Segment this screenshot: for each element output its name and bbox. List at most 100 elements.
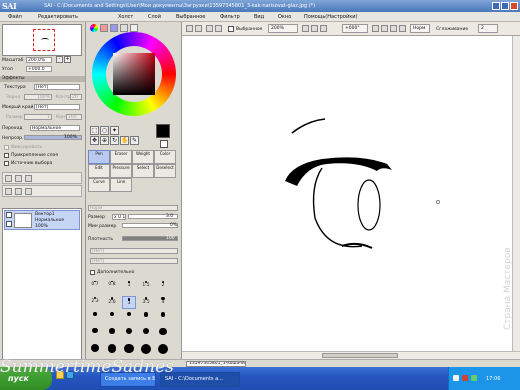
zoom-out-icon[interactable] [302,25,309,32]
new-layer-icon[interactable] [5,175,12,182]
size-multiplier[interactable]: x 0.1 [112,214,126,220]
tool-line[interactable]: Line [110,178,132,192]
zoom-minus-button[interactable]: - [56,56,63,63]
invert-icon[interactable] [215,25,222,32]
blend-mode-select[interactable]: Нормальное [30,125,80,131]
brush-size-preset[interactable] [156,328,170,341]
lasso-tool-icon[interactable]: ○ [100,126,109,135]
brush-size-preset[interactable]: 2.3 [88,296,102,309]
effects-header[interactable]: Эффекты [0,76,85,82]
brush-size-preset[interactable] [156,312,170,325]
menu-filter[interactable]: Фильтр [220,13,240,21]
edge-contrast-field[interactable]: 100 [66,114,82,120]
smoothing-select[interactable]: 2 [478,24,498,33]
brush-size-preset[interactable] [122,328,136,341]
brush-size-preset[interactable] [139,312,153,325]
rotate-reset-icon[interactable] [390,25,397,32]
brush-size-preset[interactable]: 0.7 [88,280,102,293]
eye-icon[interactable] [6,212,12,218]
menu-canvas[interactable]: Холст [118,13,133,21]
rgb-slider-toggle-icon[interactable] [100,24,108,32]
menu-selection[interactable]: Выбранное [176,13,205,21]
angle-field[interactable]: +000.0 [26,66,52,72]
move-tool-icon[interactable]: ✥ [90,136,99,145]
horizontal-scroll-thumb[interactable] [322,353,398,358]
rotate-left-icon[interactable] [372,25,379,32]
hand-tool-icon[interactable]: ✋ [120,136,129,145]
magic-wand-icon[interactable]: ✦ [110,126,119,135]
flip-icon[interactable] [399,25,406,32]
brush-size-preset[interactable] [88,344,102,357]
drawing-canvas[interactable] [182,36,512,351]
advanced-checkbox[interactable] [90,270,95,275]
deselect-icon[interactable] [206,25,213,32]
brush-size-preset[interactable] [122,312,136,325]
tool-deselect[interactable]: Deselect [154,164,176,178]
lock-checkbox[interactable] [4,145,9,150]
redo-icon[interactable] [195,25,202,32]
texture-select[interactable]: [Нет] [34,84,80,90]
tool-pen[interactable]: Pen [88,150,110,164]
angle-select[interactable]: +000° [342,24,368,33]
brush-size-preset[interactable]: 3 [122,296,136,309]
brush-size-preset[interactable]: 1.5 [139,280,153,293]
menu-view[interactable]: Вид [254,13,264,21]
primary-color-swatch[interactable] [156,124,170,138]
close-icon[interactable] [510,2,518,10]
zoom-reset-icon[interactable] [320,25,327,32]
swatches-toggle-icon[interactable] [120,24,128,32]
brush-size-preset[interactable] [105,328,119,341]
zoom-select[interactable]: 200% [268,24,298,33]
texture-none-2[interactable]: [Нет] [90,258,178,264]
zoom-tool-icon[interactable]: ⊕ [100,136,109,145]
tool-edit[interactable]: Edit [88,164,110,178]
tool-eraser[interactable]: Eraser [110,150,132,164]
brush-size-preset[interactable]: 2 [156,280,170,293]
selection-source-checkbox[interactable] [4,161,9,166]
brush-size-preset[interactable] [88,312,102,325]
minimize-icon[interactable] [492,2,500,10]
new-vector-layer-icon[interactable] [15,175,22,182]
brush-size-preset[interactable] [139,328,153,341]
tray-icon-3[interactable] [471,375,477,381]
tool-pressure[interactable]: Pressure [110,164,132,178]
contrast-field[interactable]: 20 [70,94,82,100]
menu-window[interactable]: Окно [278,13,291,21]
brush-size-preset[interactable] [122,344,136,357]
brush-size-preset[interactable]: 3.5 [139,296,153,309]
menu-help[interactable]: Помощь(Настройки) [304,13,357,21]
navigator-preview[interactable] [2,24,82,56]
tray-icon-1[interactable] [453,375,459,381]
mode-select[interactable]: Норм [410,24,430,33]
delete-layer-icon[interactable] [25,188,32,195]
brush-size-preset[interactable] [105,344,119,357]
rotate-right-icon[interactable] [381,25,388,32]
lock-icon[interactable] [6,221,12,227]
merge-down-icon[interactable] [5,188,12,195]
saturation-value-square[interactable] [113,53,155,95]
layer-item-vector1[interactable]: Вектор1 Нормальное 100% [4,210,80,230]
brush-size-preset[interactable] [88,328,102,341]
wet-edge-select[interactable]: [Нет] [34,104,80,110]
brush-mode-select[interactable]: Норм [88,205,178,211]
color-wheel-toggle-icon[interactable] [90,24,98,32]
hsv-slider-toggle-icon[interactable] [110,24,118,32]
tray-icon-2[interactable] [462,375,468,381]
eyedropper-icon[interactable]: ✎ [130,136,139,145]
secondary-color-swatch[interactable] [160,140,168,148]
brush-size-preset[interactable] [156,344,170,357]
brush-size-preset[interactable]: 2.6 [105,296,119,309]
tool-weight[interactable]: Weight [132,150,154,164]
brush-size-preset[interactable] [105,312,119,325]
grain-field[interactable]: 100% [24,94,52,100]
selection-checkbox[interactable] [228,26,234,32]
menu-edit[interactable]: Редактировать [38,13,78,21]
rotate-tool-icon[interactable]: ↻ [110,136,119,145]
menu-layer[interactable]: Слой [148,13,161,21]
brush-size-preset[interactable] [139,344,153,357]
brush-size-preset[interactable]: 4 [156,296,170,309]
texture-none-1[interactable]: [Нет] [90,248,178,254]
tool-curve[interactable]: Curve [88,178,110,192]
edge-width-field[interactable]: 1 [24,114,52,120]
scratchpad-toggle-icon[interactable] [130,24,138,32]
